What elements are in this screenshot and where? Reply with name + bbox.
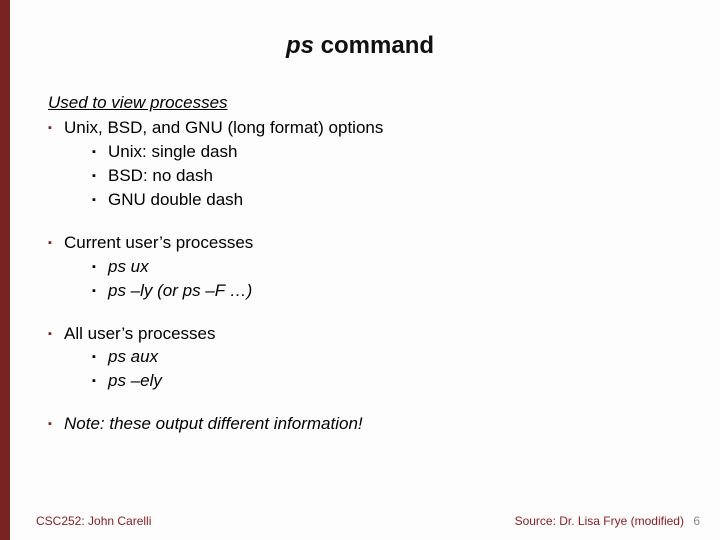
section: Current user’s processes ps ux ps –ly (or … [48, 232, 690, 303]
accent-bar [0, 0, 10, 540]
sub-bullet-item: BSD: no dash [92, 165, 690, 188]
bullet-label: Current user’s processes [64, 233, 253, 252]
bullet-list: Note: these output different information… [48, 413, 690, 436]
bullet-list: Current user’s processes ps ux ps –ly (or … [48, 232, 690, 303]
footer-source: Source: Dr. Lisa Frye (modified) [515, 514, 684, 528]
section: Unix, BSD, and GNU (long format) options… [48, 117, 690, 212]
sub-bullet-label: Unix: single dash [108, 142, 237, 161]
sub-bullet-list: ps ux ps –ly (or ps –F …) [92, 256, 690, 303]
title-command: ps [286, 32, 314, 59]
sub-bullet-label: ps –ly (or ps –F …) [108, 281, 252, 300]
subtitle: Used to view processes [48, 92, 690, 115]
sub-bullet-label: ps ux [108, 257, 149, 276]
sub-bullet-item: ps aux [92, 346, 690, 369]
sub-bullet-item: ps –ely [92, 370, 690, 393]
sub-bullet-label: ps aux [108, 347, 158, 366]
slide: ps command Used to view processes Unix, … [0, 0, 720, 540]
sub-bullet-list: Unix: single dash BSD: no dash GNU double … [92, 141, 690, 212]
title-rest: command [314, 32, 434, 59]
bullet-label: All user’s processes [64, 324, 216, 343]
section: Note: these output different information… [48, 413, 690, 436]
sub-bullet-item: ps –ly (or ps –F …) [92, 280, 690, 303]
sub-bullet-item: Unix: single dash [92, 141, 690, 164]
slide-title: ps command [0, 32, 720, 60]
bullet-item: Note: these output different information… [48, 413, 690, 436]
sub-bullet-item: ps ux [92, 256, 690, 279]
sub-bullet-list: ps aux ps –ely [92, 346, 690, 393]
bullet-item: All user’s processes ps aux ps –ely [48, 323, 690, 394]
bullet-item: Current user’s processes ps ux ps –ly (or … [48, 232, 690, 303]
bullet-list: All user’s processes ps aux ps –ely [48, 323, 690, 394]
sub-bullet-label: GNU double dash [108, 190, 243, 209]
bullet-item: Unix, BSD, and GNU (long format) options… [48, 117, 690, 212]
bullet-label: Unix, BSD, and GNU (long format) options [64, 118, 383, 137]
sub-bullet-label: BSD: no dash [108, 166, 213, 185]
footer-right: Source: Dr. Lisa Frye (modified) 6 [515, 514, 700, 528]
sub-bullet-item: GNU double dash [92, 189, 690, 212]
slide-content: Used to view processes Unix, BSD, and GN… [48, 92, 690, 456]
footer-left: CSC252: John Carelli [36, 514, 151, 528]
page-number: 6 [693, 514, 700, 528]
bullet-label: Note: these output different information… [64, 414, 363, 433]
bullet-list: Unix, BSD, and GNU (long format) options… [48, 117, 690, 212]
sub-bullet-label: ps –ely [108, 371, 162, 390]
section: All user’s processes ps aux ps –ely [48, 323, 690, 394]
